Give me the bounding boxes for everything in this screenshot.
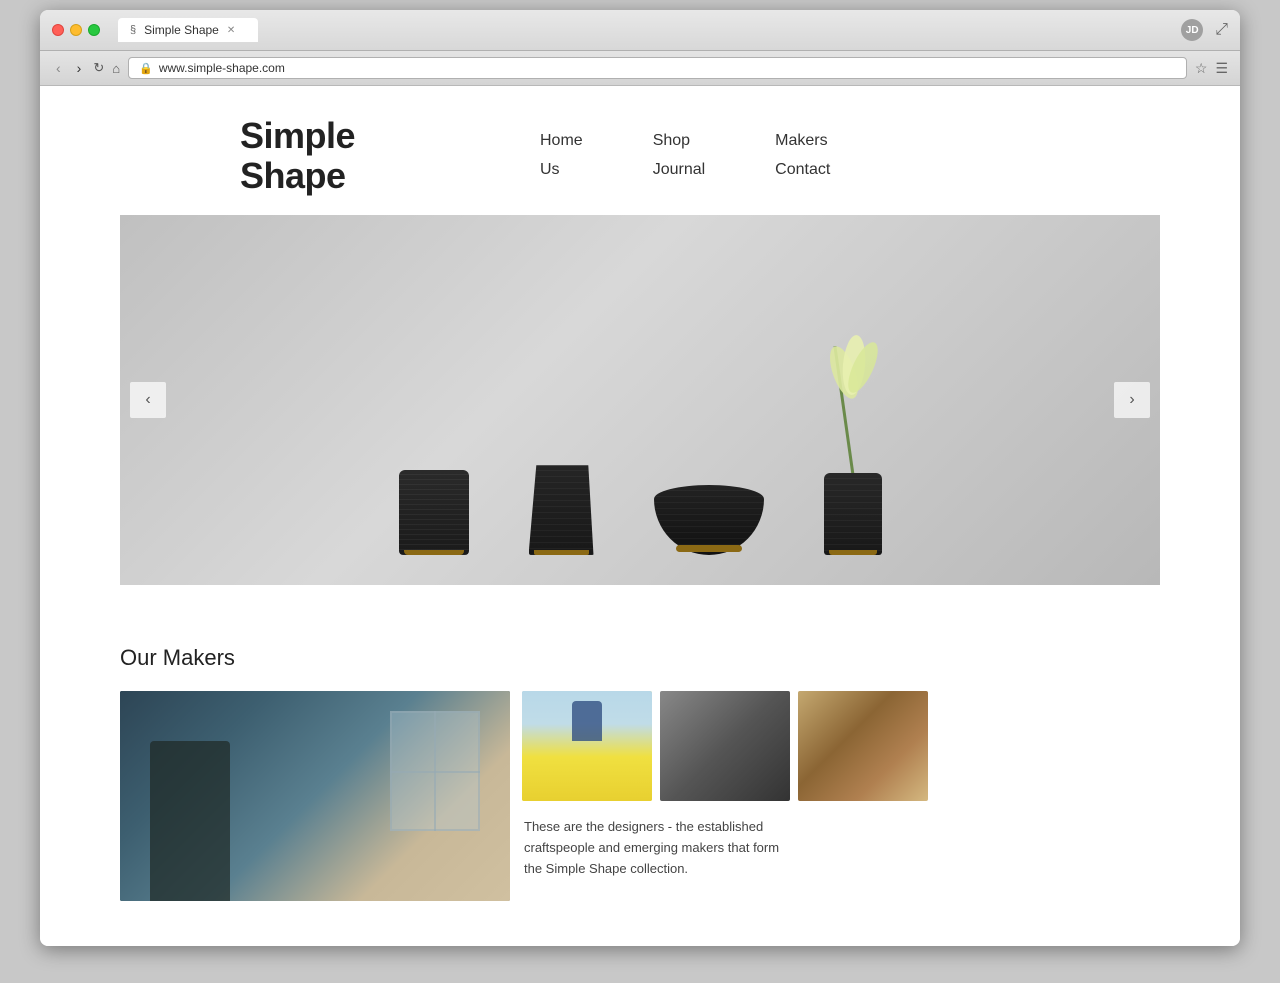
nav-column-3: Makers Contact (775, 127, 830, 185)
maximize-button[interactable] (88, 24, 100, 36)
pottery-cup (399, 470, 469, 555)
nav-column-2: Shop Journal (653, 127, 705, 185)
logo-line2: Shape (240, 155, 346, 196)
tab-favicon: § (130, 24, 136, 36)
maker-thumb-2[interactable] (660, 691, 790, 801)
maker-thumbnails (522, 691, 1160, 801)
nav-column-1: Home Us (540, 127, 583, 185)
traffic-lights (52, 24, 100, 36)
flower-arrangement (828, 335, 878, 475)
pitcher-texture (529, 465, 594, 555)
makers-description: These are the designers - the establishe… (522, 817, 782, 879)
forward-button[interactable]: › (73, 58, 86, 78)
cup-texture (399, 470, 469, 555)
back-button[interactable]: ‹ (52, 58, 65, 78)
browser-toolbar: ‹ › ↻ ⌂ 🔒 www.simple-shape.com ☆ ☰ (40, 51, 1240, 86)
lock-icon: 🔒 (139, 62, 153, 75)
logo-line1: Simple (240, 115, 355, 156)
nav-link-journal[interactable]: Journal (653, 156, 705, 185)
maker-thumb-3[interactable] (798, 691, 928, 801)
fullscreen-icon[interactable]: ⤢ (1215, 21, 1228, 39)
slider-background (120, 215, 1160, 585)
close-button[interactable] (52, 24, 64, 36)
url-text: www.simple-shape.com (159, 61, 285, 75)
pitcher-spout (592, 470, 604, 488)
thumb-1-figure-top (572, 701, 602, 741)
makers-title: Our Makers (120, 645, 1160, 671)
makers-section: Our Makers (40, 625, 1240, 941)
minimize-button[interactable] (70, 24, 82, 36)
pottery-vase-group (824, 473, 882, 555)
vase-base (829, 550, 877, 555)
thumb-3-photo (798, 691, 928, 801)
window-divider-h (390, 771, 480, 773)
chevron-left-icon: ‹ (145, 391, 150, 409)
vase-texture (824, 473, 882, 555)
nav-link-home[interactable]: Home (540, 127, 583, 156)
nav-link-shop[interactable]: Shop (653, 127, 705, 156)
thumb-1-photo (522, 691, 652, 801)
maker-large-photo (120, 691, 510, 901)
pottery-vase (824, 473, 882, 555)
maker-large-image[interactable] (120, 691, 510, 901)
flower-blooms (828, 335, 878, 415)
pottery-pitcher-item (529, 465, 594, 555)
browser-titlebar: § Simple Shape ✕ JD ⤢ (40, 10, 1240, 51)
website-content: Simple Shape Home Us Shop Journal Makers… (40, 86, 1240, 946)
browser-tab[interactable]: § Simple Shape ✕ (118, 18, 258, 42)
browser-window: § Simple Shape ✕ JD ⤢ ‹ › ↻ ⌂ 🔒 www.simp… (40, 10, 1240, 946)
hero-slider: ‹ › (120, 215, 1160, 585)
makers-grid: These are the designers - the establishe… (120, 691, 1160, 901)
home-button[interactable]: ⌂ (112, 61, 120, 76)
tab-title: Simple Shape (144, 23, 219, 37)
site-logo[interactable]: Simple Shape (240, 116, 420, 195)
pottery-bowl-item (654, 485, 764, 555)
chevron-right-icon: › (1129, 391, 1134, 409)
figure (150, 741, 230, 901)
user-badge: JD (1181, 19, 1203, 41)
makers-right-panel: These are the designers - the establishe… (522, 691, 1160, 879)
nav-link-us[interactable]: Us (540, 156, 583, 185)
pottery-pitcher (529, 465, 594, 555)
site-header: Simple Shape Home Us Shop Journal Makers… (40, 86, 1240, 215)
tab-close-icon[interactable]: ✕ (227, 25, 235, 36)
bookmark-icon[interactable]: ☆ (1195, 60, 1208, 77)
pottery-bowl (654, 485, 764, 555)
maker-thumb-1[interactable] (522, 691, 652, 801)
site-navigation: Home Us Shop Journal Makers Contact (540, 127, 900, 185)
menu-icon[interactable]: ☰ (1215, 60, 1228, 77)
bowl-base (676, 545, 742, 552)
pottery-cup-item (399, 470, 469, 555)
thumb-2-photo (660, 691, 790, 801)
nav-link-contact[interactable]: Contact (775, 156, 830, 185)
address-bar[interactable]: 🔒 www.simple-shape.com (128, 57, 1187, 79)
slider-next-button[interactable]: › (1114, 382, 1150, 418)
pitcher-base (534, 550, 589, 555)
nav-link-makers[interactable]: Makers (775, 127, 830, 156)
slider-prev-button[interactable]: ‹ (130, 382, 166, 418)
refresh-button[interactable]: ↻ (93, 60, 104, 76)
